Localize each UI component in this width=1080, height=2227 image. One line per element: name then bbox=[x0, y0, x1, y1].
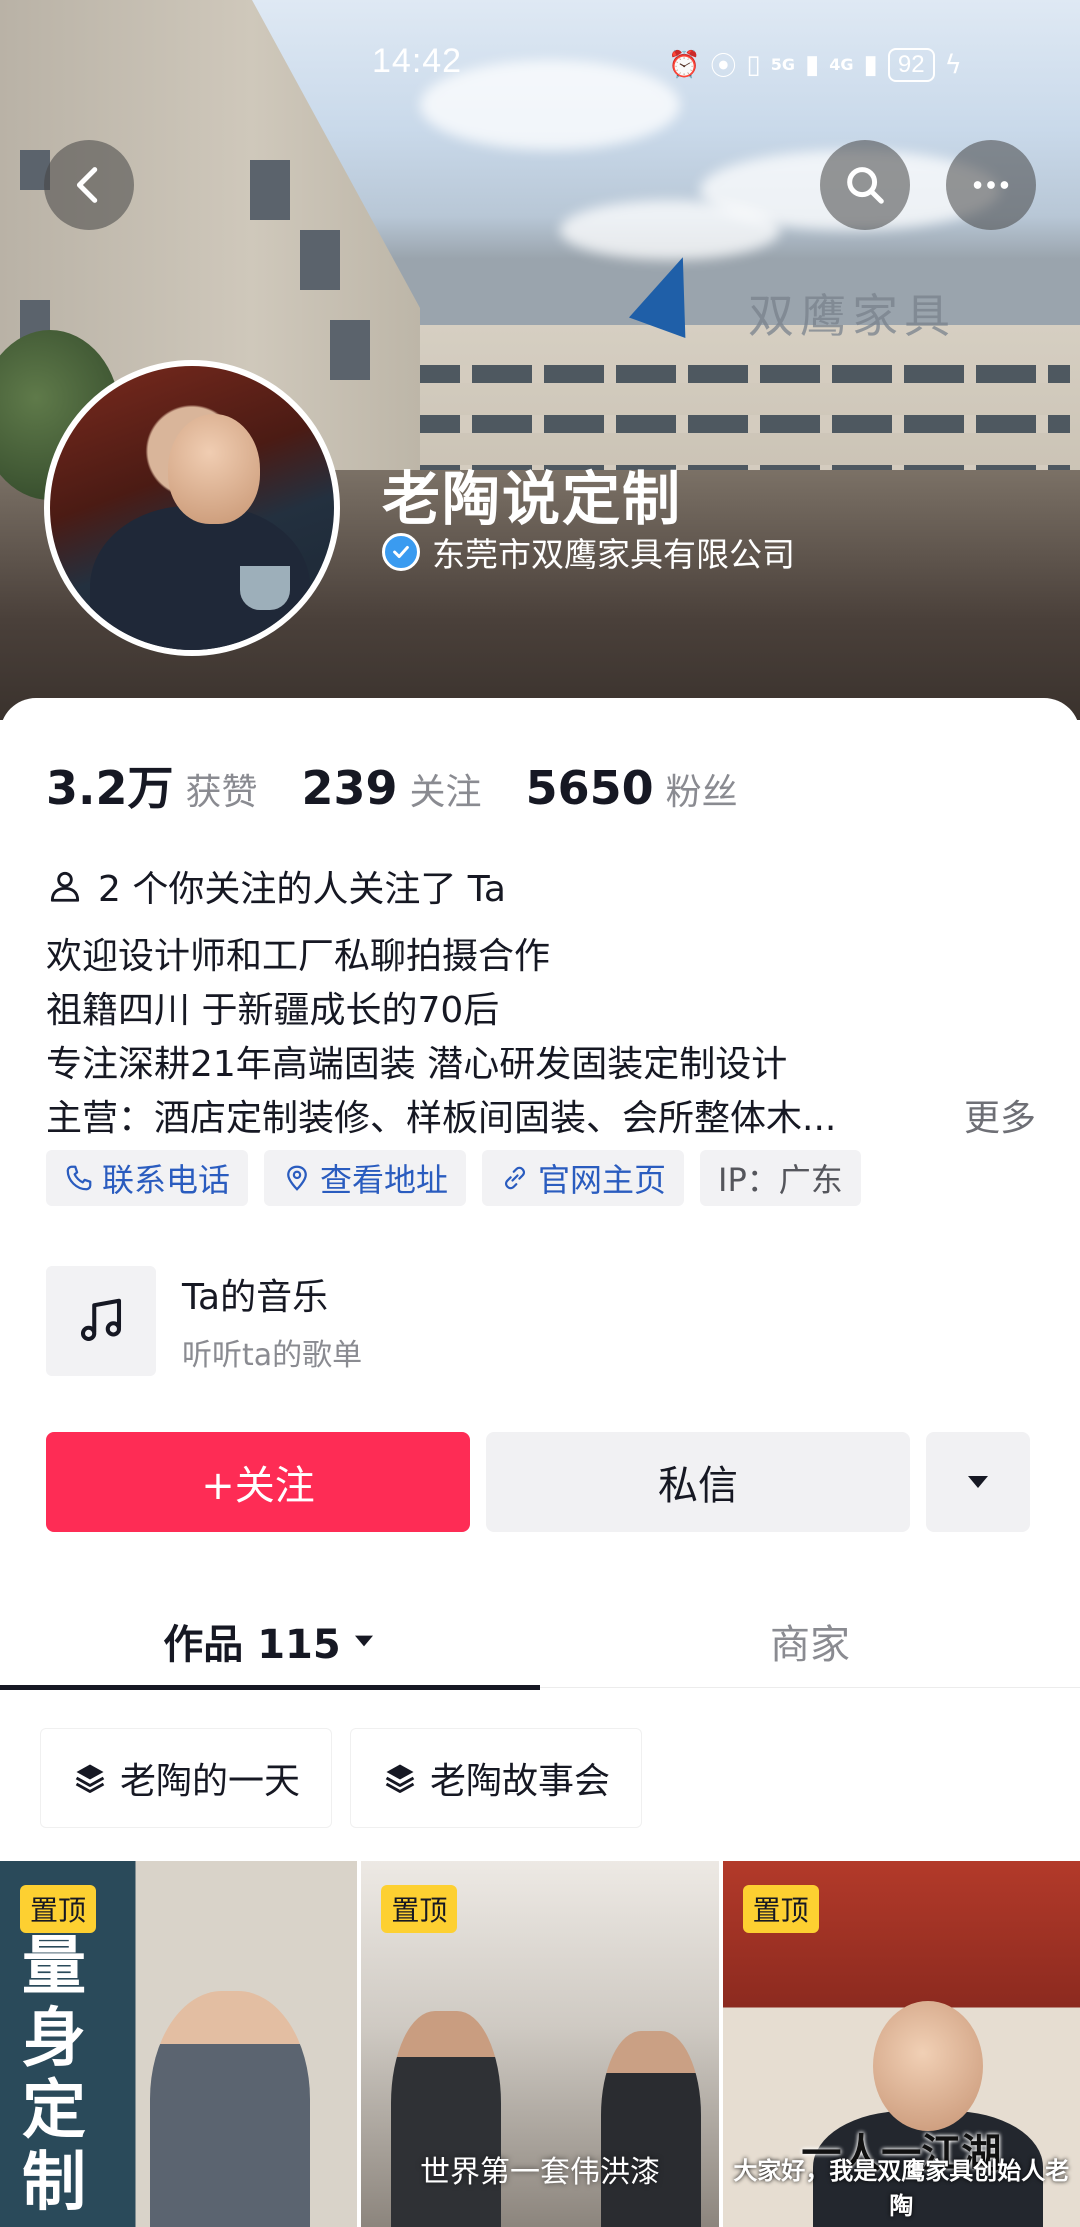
collection-chip[interactable]: 老陶故事会 bbox=[350, 1728, 642, 1828]
tag-label: IP：广东 bbox=[718, 1161, 843, 1199]
video-thumbnail[interactable]: 一人一江湖 大家好，我是双鹰家具创始人老陶 置顶 bbox=[722, 1861, 1080, 2227]
stat-label: 关注 bbox=[409, 772, 482, 813]
video-overlay-text: 量身定制 bbox=[22, 1929, 86, 2220]
music-subtitle: 听听ta的歌单 bbox=[182, 1338, 363, 1373]
verified-company[interactable]: 东莞市双鹰家具有限公司 bbox=[382, 528, 795, 576]
verified-company-name: 东莞市双鹰家具有限公司 bbox=[432, 535, 795, 574]
signal-icon: ▮ bbox=[863, 49, 878, 80]
pinned-badge: 置顶 bbox=[742, 1885, 819, 1933]
video-thumbnail[interactable]: 世界第一套伟洪漆 置顶 bbox=[361, 1861, 719, 2227]
verified-badge-icon bbox=[382, 533, 420, 571]
cover-sign: 双鹰家具 bbox=[748, 289, 956, 343]
vibrate-icon: ▯ bbox=[746, 49, 761, 80]
collection-chip[interactable]: 老陶的一天 bbox=[40, 1728, 332, 1828]
stat-following[interactable]: 239 关注 bbox=[302, 761, 482, 815]
charging-icon: ϟ bbox=[944, 49, 962, 80]
content-tabs: 作品 115 商家 bbox=[0, 1594, 1080, 1690]
tag-contact-phone[interactable]: 联系电话 bbox=[46, 1150, 249, 1206]
avatar[interactable] bbox=[44, 360, 340, 656]
location-icon: ⦿ bbox=[710, 52, 737, 82]
stat-value: 3.2万 bbox=[46, 761, 174, 815]
location-pin-icon bbox=[287, 1165, 307, 1191]
status-bar: 14:42 ⏰ ⦿ ▯ 5G ▮ 4G ▮ 92 ϟ bbox=[0, 42, 1080, 92]
more-dots-icon bbox=[973, 181, 1009, 189]
back-arrow-icon bbox=[76, 167, 98, 203]
profile-tags: 联系电话 查看地址 官网主页 IP：广东 bbox=[46, 1150, 861, 1206]
collection-label: 老陶的一天 bbox=[120, 1761, 301, 1802]
tag-ip-location: IP：广东 bbox=[700, 1150, 861, 1206]
layers-icon bbox=[75, 1764, 105, 1793]
layers-icon bbox=[385, 1764, 415, 1793]
music-title: Ta的音乐 bbox=[182, 1277, 329, 1318]
collections-row: 老陶的一天 老陶故事会 bbox=[40, 1728, 642, 1828]
collection-label: 老陶故事会 bbox=[430, 1761, 611, 1802]
profile-cover: 双鹰家具 14:42 ⏰ ⦿ ▯ 5G ▮ 4G ▮ 92 ϟ 老陶说定制 东莞… bbox=[0, 0, 1080, 720]
triangle-down-icon bbox=[354, 1635, 373, 1647]
bio-more-link[interactable]: 更多 bbox=[955, 1092, 1036, 1146]
profile-sheet: 3.2万 获赞 239 关注 5650 粉丝 2 个你关注的人关注了 Ta 欢迎… bbox=[0, 698, 1080, 2227]
follow-button[interactable]: +关注 bbox=[46, 1432, 470, 1532]
music-entry[interactable]: Ta的音乐 听听ta的歌单 bbox=[46, 1266, 362, 1376]
video-thumbnail[interactable]: 量身定制 置顶 bbox=[0, 1861, 358, 2227]
person-icon bbox=[50, 871, 80, 902]
pinned-badge: 置顶 bbox=[381, 1885, 458, 1933]
tag-view-address[interactable]: 查看地址 bbox=[264, 1150, 467, 1206]
bio[interactable]: 欢迎设计师和工厂私聊拍摄合作 祖籍四川 于新疆成长的70后 专注深耕21年高端固… bbox=[46, 930, 1036, 1146]
bio-line: 专注深耕21年高端固装 潜心研发固装定制设计 bbox=[46, 1044, 788, 1085]
stat-value: 5650 bbox=[525, 761, 654, 815]
mutual-followers[interactable]: 2 个你关注的人关注了 Ta bbox=[46, 860, 506, 912]
mutual-followers-text: 2 个你关注的人关注了 Ta bbox=[98, 869, 506, 910]
stat-followers[interactable]: 5650 粉丝 bbox=[526, 761, 738, 815]
alarm-icon: ⏰ bbox=[668, 49, 701, 80]
music-note-icon bbox=[80, 1298, 122, 1342]
expand-button[interactable] bbox=[926, 1432, 1030, 1532]
profile-name: 老陶说定制 bbox=[382, 465, 683, 533]
video-caption: 世界第一套伟洪漆 bbox=[419, 2155, 660, 2190]
signal-5g-label: 5G bbox=[770, 55, 795, 74]
search-icon bbox=[847, 167, 884, 204]
bio-line: 欢迎设计师和工厂私聊拍摄合作 bbox=[46, 936, 551, 977]
search-button[interactable] bbox=[820, 140, 910, 230]
tab-shop[interactable]: 商家 bbox=[540, 1594, 1080, 1688]
phone-icon bbox=[66, 1165, 92, 1191]
music-cover bbox=[46, 1266, 156, 1376]
signal-4g-label: 4G bbox=[829, 55, 854, 74]
link-icon bbox=[505, 1166, 526, 1190]
tag-label: 查看地址 bbox=[320, 1161, 449, 1199]
message-button[interactable]: 私信 bbox=[486, 1432, 910, 1532]
bio-line: 祖籍四川 于新疆成长的70后 bbox=[46, 990, 500, 1031]
battery-level: 92 bbox=[887, 47, 935, 82]
tag-label: 联系电话 bbox=[102, 1161, 231, 1199]
pinned-badge: 置顶 bbox=[20, 1885, 97, 1933]
video-grid: 量身定制 置顶 世界第一套伟洪漆 置顶 一人一江湖 大家好，我是双鹰家具创始人老… bbox=[0, 1861, 1080, 2227]
stat-label: 粉丝 bbox=[665, 772, 738, 813]
tab-works[interactable]: 作品 115 bbox=[0, 1594, 540, 1690]
tag-label: 官网主页 bbox=[538, 1161, 667, 1199]
tab-active-indicator bbox=[0, 1685, 540, 1690]
video-subtitle: 大家好，我是双鹰家具创始人老陶 bbox=[733, 2157, 1070, 2220]
profile-stats: 3.2万 获赞 239 关注 5650 粉丝 bbox=[46, 752, 782, 818]
back-button[interactable] bbox=[44, 140, 134, 230]
tag-website[interactable]: 官网主页 bbox=[482, 1150, 685, 1206]
stat-label: 获赞 bbox=[185, 772, 258, 813]
more-options-button[interactable] bbox=[946, 140, 1036, 230]
stat-likes[interactable]: 3.2万 获赞 bbox=[46, 752, 258, 818]
bio-line: 主营：酒店定制装修、样板间固装、会所整体木... bbox=[46, 1098, 837, 1139]
tab-works-label: 作品 115 bbox=[163, 1622, 341, 1668]
signal-icon: ▮ bbox=[804, 49, 820, 80]
triangle-down-icon bbox=[968, 1476, 988, 1488]
status-time: 14:42 bbox=[372, 42, 463, 80]
profile-actions: +关注 私信 bbox=[46, 1432, 1030, 1532]
stat-value: 239 bbox=[301, 761, 398, 815]
